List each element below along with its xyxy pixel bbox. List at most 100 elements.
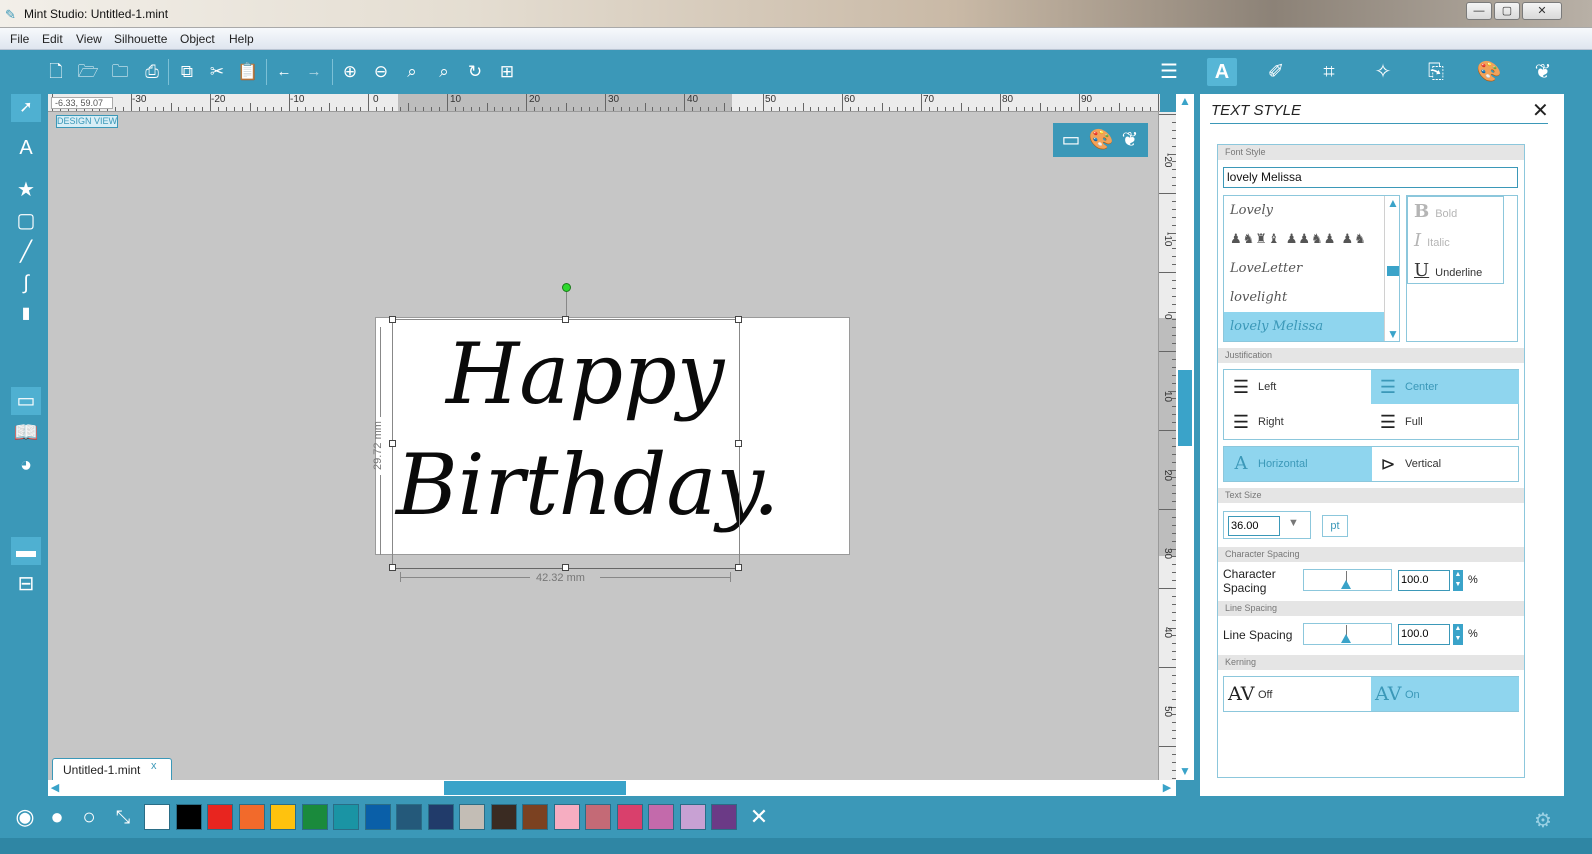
font-list-item[interactable]: Lovely — [1224, 196, 1384, 225]
character-spacing-input[interactable]: 100.0 — [1398, 570, 1450, 591]
text-line-happy[interactable]: Happy — [446, 324, 724, 424]
palette-icon[interactable]: 🎨 — [1087, 127, 1115, 153]
eraser-icon[interactable]: ▮ — [11, 300, 41, 328]
font-list[interactable]: Lovely ♟♞♜♝ ♟♟♞♟ ♟♞ LoveLetter lovelight… — [1223, 195, 1400, 342]
menu-file[interactable]: File — [10, 32, 29, 46]
layout-split-icon[interactable]: ⊟ — [11, 570, 41, 598]
trace-icon[interactable]: ✧ — [1368, 58, 1398, 86]
font-list-scrollbar[interactable]: ▲ ▼ — [1384, 196, 1399, 341]
paste-icon[interactable]: 📋 — [236, 61, 260, 83]
text-size-unit-button[interactable]: pt — [1322, 515, 1348, 537]
vertical-scroll-thumb[interactable] — [1178, 370, 1192, 446]
bold-button[interactable]: B Bold — [1414, 201, 1457, 222]
line-style-icon[interactable]: ✐ — [1261, 58, 1291, 86]
select-arrow-icon[interactable]: ➚ — [11, 94, 41, 122]
color-swatch[interactable] — [144, 804, 170, 830]
star-shape-icon[interactable]: ★ — [11, 176, 41, 204]
draw-tool-icon[interactable]: ∫ — [11, 269, 41, 297]
layout-single-icon[interactable]: ▬ — [11, 537, 41, 565]
kerning-on-button[interactable]: AV On — [1371, 677, 1519, 711]
color-swatch[interactable] — [711, 804, 737, 830]
print-icon[interactable]: ⎙ — [140, 61, 164, 83]
page-setup-icon[interactable]: ☰ — [1154, 58, 1184, 86]
color-swatch[interactable] — [175, 804, 202, 830]
expand-palette-icon[interactable]: ⤡ — [110, 804, 136, 830]
chevron-down-icon[interactable]: ▼ — [1288, 517, 1299, 529]
undo-icon[interactable]: ← — [272, 61, 296, 83]
scroll-down-icon[interactable]: ▼ — [1386, 327, 1399, 341]
color-swatch[interactable] — [459, 804, 485, 830]
cut-icon[interactable]: ✂ — [205, 61, 229, 83]
color-swatch[interactable] — [238, 804, 265, 830]
character-spacing-slider[interactable] — [1303, 569, 1392, 591]
color-swatch[interactable] — [270, 804, 296, 830]
close-window-button[interactable]: ✕ — [1522, 2, 1562, 20]
color-swatch[interactable] — [679, 804, 706, 830]
new-file-icon[interactable]: 🗋 — [44, 61, 68, 83]
vertical-scrollbar[interactable]: ▲ ▼ — [1176, 94, 1194, 780]
fill-color-icon[interactable]: 🎨 — [1474, 58, 1504, 86]
outline-only-icon[interactable]: ○ — [76, 804, 102, 830]
font-list-scroll-thumb[interactable] — [1387, 266, 1399, 276]
transform-icon[interactable]: ⌗ — [1314, 58, 1344, 86]
font-list-item-silhouettes[interactable]: ♟♞♜♝ ♟♟♞♟ ♟♞ — [1224, 225, 1384, 254]
open-folder-icon[interactable]: 🗁 — [76, 61, 100, 83]
settings-gear-icon[interactable]: ⚙ — [1534, 808, 1556, 832]
menu-edit[interactable]: Edit — [42, 32, 63, 46]
color-swatch[interactable] — [553, 804, 580, 830]
horizontal-scroll-thumb[interactable] — [444, 781, 626, 795]
horizontal-scrollbar[interactable]: ◀ ▶ — [48, 780, 1176, 796]
send-icon[interactable]: ⎘ — [1421, 58, 1451, 86]
resize-handle-n[interactable] — [562, 316, 569, 323]
color-swatch[interactable] — [396, 804, 422, 830]
scroll-right-icon[interactable]: ▶ — [1160, 781, 1174, 795]
line-spacing-stepper[interactable]: ▲ ▼ — [1453, 624, 1463, 645]
fill-outline-icon[interactable]: ◉ — [12, 804, 38, 830]
maximize-button[interactable]: ▢ — [1494, 2, 1520, 20]
scroll-up-icon[interactable]: ▲ — [1386, 196, 1399, 210]
justify-center-button[interactable]: ☰ Center — [1371, 370, 1519, 404]
color-swatch[interactable] — [522, 804, 548, 830]
copy-icon[interactable]: ⧉ — [175, 61, 199, 83]
redo-icon[interactable]: → — [302, 61, 326, 83]
fit-page-icon[interactable]: ⊞ — [495, 61, 519, 83]
resize-handle-e[interactable] — [735, 440, 742, 447]
font-list-item[interactable]: lovelight — [1224, 283, 1384, 312]
fill-solid-icon[interactable]: ● — [44, 804, 70, 830]
no-color-icon[interactable]: ✕ — [746, 804, 772, 830]
menu-silhouette[interactable]: Silhouette — [114, 32, 167, 46]
italic-button[interactable]: I Italic — [1414, 230, 1450, 251]
lightning-icon[interactable]: ❦ — [1528, 58, 1558, 86]
zoom-in-icon[interactable]: ⊕ — [338, 61, 362, 83]
zoom-selected-icon[interactable]: ⌕ — [400, 61, 424, 83]
document-tab[interactable]: Untitled-1.mint x — [52, 758, 172, 780]
design-page-icon[interactable]: ▭ — [11, 387, 41, 415]
library-book-icon[interactable]: 📖 — [11, 419, 41, 447]
text-tool-icon[interactable]: A — [11, 134, 41, 162]
text-size-dropdown[interactable]: 36.00 ▼ — [1223, 511, 1311, 539]
rotation-handle[interactable] — [562, 283, 571, 292]
resize-handle-sw[interactable] — [389, 564, 396, 571]
page-icon[interactable]: ▭ — [1057, 127, 1085, 153]
font-search-input[interactable]: lovely Melissa — [1223, 167, 1518, 188]
text-size-input[interactable]: 36.00 — [1228, 516, 1280, 536]
scroll-left-icon[interactable]: ◀ — [48, 781, 62, 795]
zoom-fit-icon[interactable]: ⌕ — [432, 61, 456, 83]
close-panel-icon[interactable]: ✕ — [1532, 98, 1549, 123]
justify-right-button[interactable]: ☰ Right — [1224, 405, 1372, 439]
resize-handle-w[interactable] — [389, 440, 396, 447]
rectangle-tool-icon[interactable]: ▢ — [11, 207, 41, 235]
close-tab-icon[interactable]: x — [151, 760, 157, 772]
color-swatch[interactable] — [207, 804, 233, 830]
slider-thumb[interactable] — [1341, 580, 1351, 589]
line-tool-icon[interactable]: ╱ — [11, 238, 41, 266]
horizontal-text-button[interactable]: A Horizontal — [1224, 447, 1372, 481]
color-swatch[interactable] — [333, 804, 359, 830]
scroll-up-icon[interactable]: ▲ — [1178, 94, 1192, 108]
resize-handle-ne[interactable] — [735, 316, 742, 323]
scroll-down-icon[interactable]: ▼ — [1178, 764, 1192, 778]
resize-handle-nw[interactable] — [389, 316, 396, 323]
justify-left-button[interactable]: ☰ Left — [1224, 370, 1372, 404]
menu-object[interactable]: Object — [180, 32, 215, 46]
zoom-refresh-icon[interactable]: ↻ — [463, 61, 487, 83]
